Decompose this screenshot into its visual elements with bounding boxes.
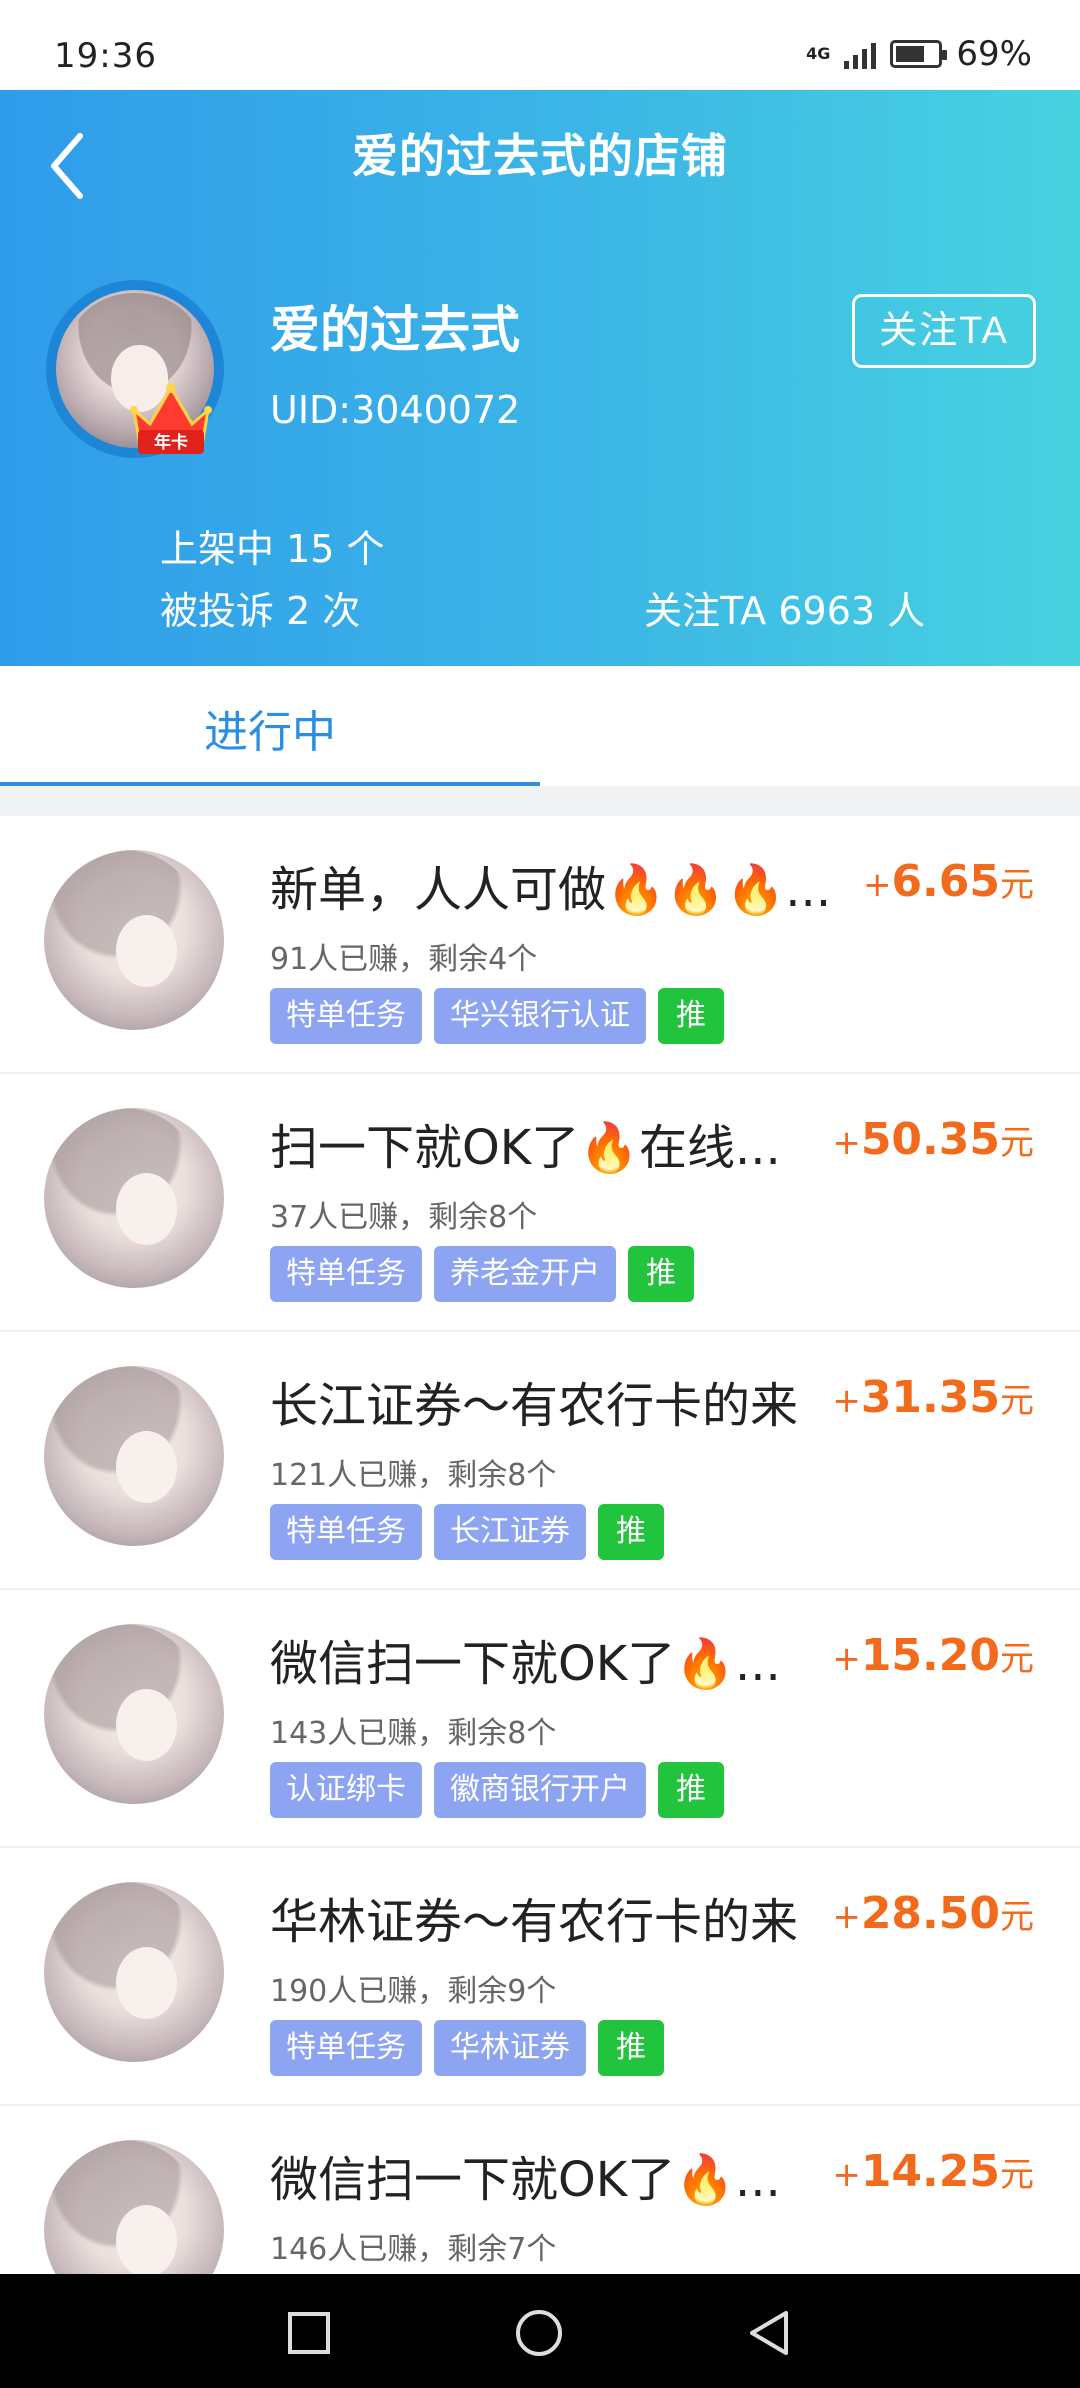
task-avatar [44, 1624, 224, 1804]
tag: 养老金开户 [434, 1246, 616, 1302]
year-card-crown-icon: 年卡 [130, 383, 212, 454]
push-badge: 推 [658, 988, 724, 1044]
task-avatar [44, 1882, 224, 2062]
tag: 认证绑卡 [270, 1762, 422, 1818]
tab-label: 进行中 [204, 707, 336, 758]
push-badge: 推 [658, 1762, 724, 1818]
task-reward: +15.20元 [832, 1630, 1034, 1681]
task-reward: +50.35元 [832, 1114, 1034, 1165]
push-badge: 推 [598, 1504, 664, 1560]
list-item[interactable]: 新单，人人可做🔥🔥🔥... +6.65元 91人已赚，剩余4个 特单任务 华兴银… [0, 816, 1080, 1074]
status-bar: 19:36 4G 69% [0, 0, 1080, 90]
tag: 特单任务 [270, 1504, 422, 1560]
system-nav-bar [0, 2274, 1080, 2388]
task-title: 长江证券～有农行卡的来 [270, 1378, 799, 1434]
task-stats: 37人已赚，剩余8个 [270, 1200, 538, 1235]
task-title: 微信扫一下就OK了🔥... [270, 2152, 781, 2208]
task-title: 华林证券～有农行卡的来 [270, 1894, 799, 1950]
tag: 特单任务 [270, 1246, 422, 1302]
complaint-count: 被投诉 2 次 [160, 589, 361, 633]
badge-text: 年卡 [154, 432, 188, 453]
task-tags: 特单任务 养老金开户 推 [270, 1246, 694, 1302]
task-stats: 143人已赚，剩余8个 [270, 1716, 557, 1751]
task-reward: +14.25元 [832, 2146, 1034, 2197]
task-avatar [44, 1108, 224, 1288]
home-circle-icon[interactable] [514, 2308, 564, 2358]
task-stats: 91人已赚，剩余4个 [270, 942, 538, 977]
shop-owner-name: 爱的过去式 [270, 301, 520, 359]
push-badge: 推 [628, 1246, 694, 1302]
tag: 特单任务 [270, 2020, 422, 2076]
list-item[interactable]: 微信扫一下就OK了🔥... +15.20元 143人已赚，剩余8个 认证绑卡 徽… [0, 1590, 1080, 1848]
list-item[interactable]: 华林证券～有农行卡的来 +28.50元 190人已赚，剩余9个 特单任务 华林证… [0, 1848, 1080, 2106]
network-icon: 4G [806, 44, 831, 63]
signal-icon [844, 39, 877, 69]
task-stats: 121人已赚，剩余8个 [270, 1458, 557, 1493]
task-title: 微信扫一下就OK了🔥... [270, 1636, 781, 1692]
task-stats: 190人已赚，剩余9个 [270, 1974, 557, 2009]
status-time: 19:36 [54, 36, 157, 76]
listed-count: 上架中 15 个 [160, 527, 385, 571]
status-icons: 4G 69% [806, 34, 1032, 74]
task-avatar [44, 1366, 224, 1546]
page-title: 爱的过去式的店铺 [352, 129, 728, 183]
battery-icon [890, 40, 948, 68]
task-reward: +28.50元 [832, 1888, 1034, 1939]
task-reward: +6.65元 [862, 856, 1034, 907]
task-tags: 特单任务 长江证券 推 [270, 1504, 664, 1560]
task-reward: +31.35元 [832, 1372, 1034, 1423]
task-list: 新单，人人可做🔥🔥🔥... +6.65元 91人已赚，剩余4个 特单任务 华兴银… [0, 816, 1080, 2364]
back-triangle-icon[interactable] [744, 2308, 794, 2358]
task-avatar [44, 850, 224, 1030]
shop-header: 爱的过去式的店铺 年卡 爱的过去式 UID:3040072 关注TA 上架中 1… [0, 90, 1080, 666]
tag: 华林证券 [434, 2020, 586, 2076]
task-tags: 特单任务 华兴银行认证 推 [270, 988, 724, 1044]
tab-in-progress[interactable]: 进行中 [0, 666, 540, 786]
push-badge: 推 [598, 2020, 664, 2076]
user-id: UID:3040072 [270, 388, 521, 432]
list-item[interactable]: 长江证券～有农行卡的来 +31.35元 121人已赚，剩余8个 特单任务 长江证… [0, 1332, 1080, 1590]
task-tags: 特单任务 华林证券 推 [270, 2020, 664, 2076]
follower-count: 关注TA 6963 人 [644, 589, 926, 633]
tag: 徽商银行开户 [434, 1762, 646, 1818]
task-title: 扫一下就OK了🔥在线... [270, 1120, 781, 1176]
list-item[interactable]: 扫一下就OK了🔥在线... +50.35元 37人已赚，剩余8个 特单任务 养老… [0, 1074, 1080, 1332]
tag: 长江证券 [434, 1504, 586, 1560]
task-tags: 认证绑卡 徽商银行开户 推 [270, 1762, 724, 1818]
section-divider [0, 786, 1080, 816]
task-title: 新单，人人可做🔥🔥🔥... [270, 862, 832, 918]
tag: 华兴银行认证 [434, 988, 646, 1044]
tab-bar: 进行中 [0, 666, 1080, 786]
follow-button[interactable]: 关注TA [852, 294, 1036, 368]
tag: 特单任务 [270, 988, 422, 1044]
recent-apps-square-icon[interactable] [284, 2308, 334, 2358]
task-stats: 146人已赚，剩余7个 [270, 2232, 557, 2267]
battery-percent: 69% [956, 34, 1032, 74]
